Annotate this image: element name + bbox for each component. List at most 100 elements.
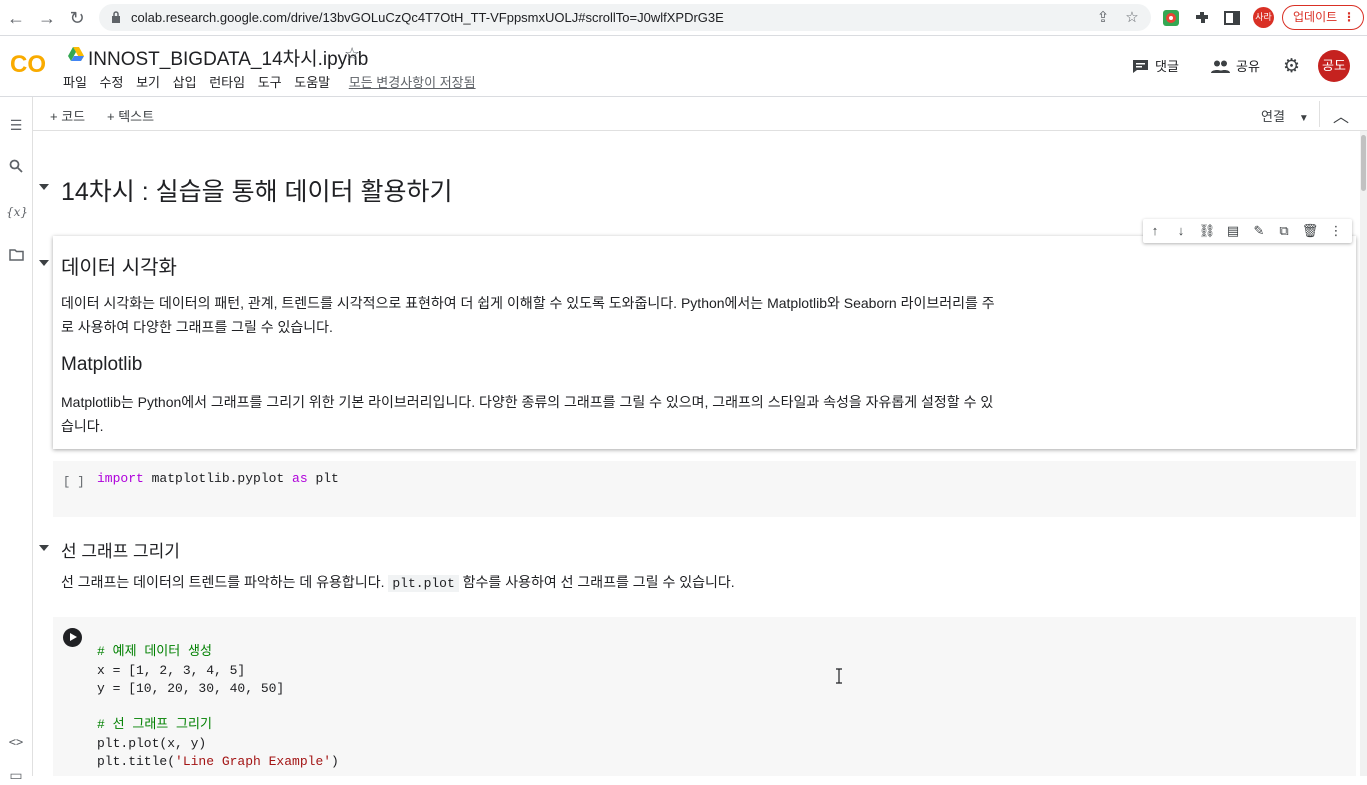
- menu-tools[interactable]: 도구: [258, 75, 282, 90]
- title-call-suffix: ): [331, 754, 339, 769]
- run-cell-play-icon[interactable]: [63, 628, 82, 647]
- comment-label: 댓글: [1155, 59, 1179, 74]
- code-comment-1: # 예제 데이터 생성: [97, 644, 212, 659]
- people-icon: [1211, 60, 1230, 73]
- line-para-after: 함수를 사용하여 선 그래프를 그릴 수 있습니다.: [462, 574, 735, 590]
- notebook-scrollbar[interactable]: [1360, 131, 1367, 776]
- reload-icon[interactable]: ↻: [67, 8, 87, 28]
- alias-name: plt: [307, 471, 339, 486]
- menu-insert[interactable]: 삽입: [173, 75, 197, 90]
- notebook-area: 14차시 : 실습을 통해 데이터 활용하기 데이터 시각화 데이터 시각화는 …: [33, 131, 1360, 776]
- notebook-toolbar: + 코드 + 텍스트 연결 ▼ ︿: [33, 97, 1367, 131]
- share-button[interactable]: 공유: [1211, 56, 1260, 75]
- table-of-contents-icon[interactable]: ☰: [6, 115, 26, 135]
- edit-pencil-icon[interactable]: ✎: [1250, 222, 1268, 240]
- more-options-icon[interactable]: ⋮: [1327, 222, 1345, 240]
- viz-heading: 데이터 시각화: [61, 257, 177, 279]
- more-vert-icon: ⋮: [1343, 10, 1355, 24]
- update-label: 업데이트: [1293, 10, 1338, 24]
- chevron-down-icon: ▼: [1298, 113, 1309, 124]
- code-snippets-icon[interactable]: <>: [6, 732, 26, 752]
- line-para-before: 선 그래프는 데이터의 트렌드를 파악하는 데 유용합니다.: [61, 574, 385, 590]
- colab-header: CO INNOST_BIGDATA_14차시.ipynb ☆ 파일 수정 보기 …: [0, 36, 1367, 97]
- code-line-title: plt.title('Line Graph Example'): [97, 753, 339, 772]
- text-cell-visualization[interactable]: 데이터 시각화 데이터 시각화는 데이터의 패턴, 관계, 트렌드를 시각적으로…: [53, 236, 1356, 449]
- comment-icon: [1133, 60, 1148, 73]
- chevron-up-icon[interactable]: ︿: [1333, 103, 1349, 127]
- keyword-import: import: [97, 471, 144, 486]
- variables-icon[interactable]: {x}: [6, 202, 28, 222]
- menu-help[interactable]: 도움말: [294, 75, 330, 90]
- add-text-button[interactable]: + 텍스트: [107, 106, 154, 125]
- code-line-plot: plt.plot(x, y): [97, 736, 207, 751]
- add-code-button[interactable]: + 코드: [50, 106, 85, 125]
- browser-profile-avatar[interactable]: 사라: [1253, 7, 1274, 28]
- comment-cell-icon[interactable]: ▤: [1224, 222, 1242, 240]
- browser-toolbar: ← → ↻ colab.research.google.com/drive/13…: [0, 0, 1367, 36]
- extension-record-icon[interactable]: [1162, 9, 1180, 27]
- menu-edit[interactable]: 수정: [100, 75, 124, 90]
- menu-runtime[interactable]: 런타임: [209, 75, 245, 90]
- svg-text:CO: CO: [10, 51, 46, 78]
- delete-icon[interactable]: 🗑: [1301, 222, 1319, 240]
- folder-icon[interactable]: [6, 246, 26, 266]
- title-call-prefix: plt.title(: [97, 754, 176, 769]
- section-heading: 14차시 : 실습을 통해 데이터 활용하기: [61, 178, 453, 206]
- menu-bar: 파일 수정 보기 삽입 런타임 도구 도움말 모든 변경사항이 저장됨: [63, 72, 485, 91]
- section-collapse-caret-icon[interactable]: [39, 184, 49, 190]
- code-line-x: x = [1, 2, 3, 4, 5]: [97, 663, 246, 678]
- star-icon[interactable]: ☆: [344, 44, 360, 65]
- url-text: colab.research.google.com/drive/13bvGOLu…: [131, 10, 724, 25]
- link-icon[interactable]: ⛓: [1198, 222, 1216, 240]
- notebook-title[interactable]: INNOST_BIGDATA_14차시.ipynb: [88, 44, 368, 71]
- code-comment-2: # 선 그래프 그리기: [97, 717, 212, 732]
- viz-paragraph-line1: 데이터 시각화는 데이터의 패턴, 관계, 트렌드를 시각적으로 표현하여 더 …: [61, 295, 995, 311]
- share-page-icon[interactable]: ⇪: [1094, 9, 1112, 27]
- module-name: matplotlib.pyplot: [143, 471, 293, 486]
- bookmark-star-icon[interactable]: ☆: [1123, 9, 1141, 27]
- comment-button[interactable]: 댓글: [1132, 56, 1179, 75]
- forward-icon[interactable]: →: [37, 8, 57, 28]
- left-sidebar: ☰ {x} <> ▭: [0, 97, 33, 783]
- connect-button[interactable]: 연결 ▼: [1261, 106, 1309, 125]
- title-string: 'Line Graph Example': [175, 754, 332, 769]
- saved-status[interactable]: 모든 변경사항이 저장됨: [349, 75, 476, 90]
- connect-label: 연결: [1261, 109, 1285, 124]
- browser-update-button[interactable]: 업데이트 ⋮: [1282, 5, 1364, 30]
- line-graph-heading: 선 그래프 그리기: [61, 542, 180, 561]
- viz-paragraph-line2: 로 사용하여 다양한 그래프를 그릴 수 있습니다.: [61, 319, 333, 335]
- scrollbar-thumb[interactable]: [1361, 135, 1366, 191]
- keyword-as: as: [292, 471, 308, 486]
- back-icon[interactable]: ←: [6, 8, 26, 28]
- code-cell-import[interactable]: [ ] import matplotlib.pyplot as plt: [53, 461, 1356, 517]
- matplotlib-paragraph-line1: Matplotlib는 Python에서 그래프를 그리기 위한 기본 라이브러…: [61, 394, 994, 410]
- menu-view[interactable]: 보기: [136, 75, 160, 90]
- search-icon[interactable]: [6, 158, 26, 178]
- side-panel-icon[interactable]: [1223, 9, 1241, 27]
- matplotlib-paragraph-line2: 습니다.: [61, 418, 104, 434]
- settings-gear-icon[interactable]: ⚙: [1283, 55, 1300, 78]
- line-section-caret-icon[interactable]: [39, 545, 49, 551]
- terminal-icon[interactable]: ▭: [6, 765, 26, 785]
- matplotlib-heading: Matplotlib: [61, 354, 143, 375]
- text-cursor-icon: [836, 668, 842, 684]
- viz-collapse-caret-icon[interactable]: [39, 260, 49, 266]
- user-avatar[interactable]: 공도: [1318, 50, 1350, 82]
- execution-count-bracket[interactable]: [ ]: [63, 475, 85, 489]
- cell-toolbar: ↑ ↓ ⛓ ▤ ✎ ⧉ 🗑 ⋮: [1143, 219, 1352, 243]
- share-label: 공유: [1236, 59, 1260, 74]
- menu-file[interactable]: 파일: [63, 75, 87, 90]
- colab-logo[interactable]: CO: [10, 50, 50, 78]
- mirror-cell-icon[interactable]: ⧉: [1275, 222, 1293, 240]
- extensions-puzzle-icon[interactable]: [1193, 9, 1211, 27]
- import-code-line[interactable]: import matplotlib.pyplot as plt: [97, 470, 339, 489]
- google-drive-icon[interactable]: [68, 47, 84, 61]
- line-graph-paragraph: 선 그래프는 데이터의 트렌드를 파악하는 데 유용합니다. plt.plot …: [61, 570, 735, 596]
- toolbar-divider: [1319, 101, 1320, 127]
- code-line-y: y = [10, 20, 30, 40, 50]: [97, 681, 285, 696]
- move-up-icon[interactable]: ↑: [1146, 222, 1164, 240]
- move-down-icon[interactable]: ↓: [1172, 222, 1190, 240]
- lock-icon: [112, 11, 120, 23]
- address-bar[interactable]: colab.research.google.com/drive/13bvGOLu…: [99, 4, 1151, 31]
- code-cell-line-graph[interactable]: # 예제 데이터 생성 x = [1, 2, 3, 4, 5] y = [10,…: [53, 617, 1356, 776]
